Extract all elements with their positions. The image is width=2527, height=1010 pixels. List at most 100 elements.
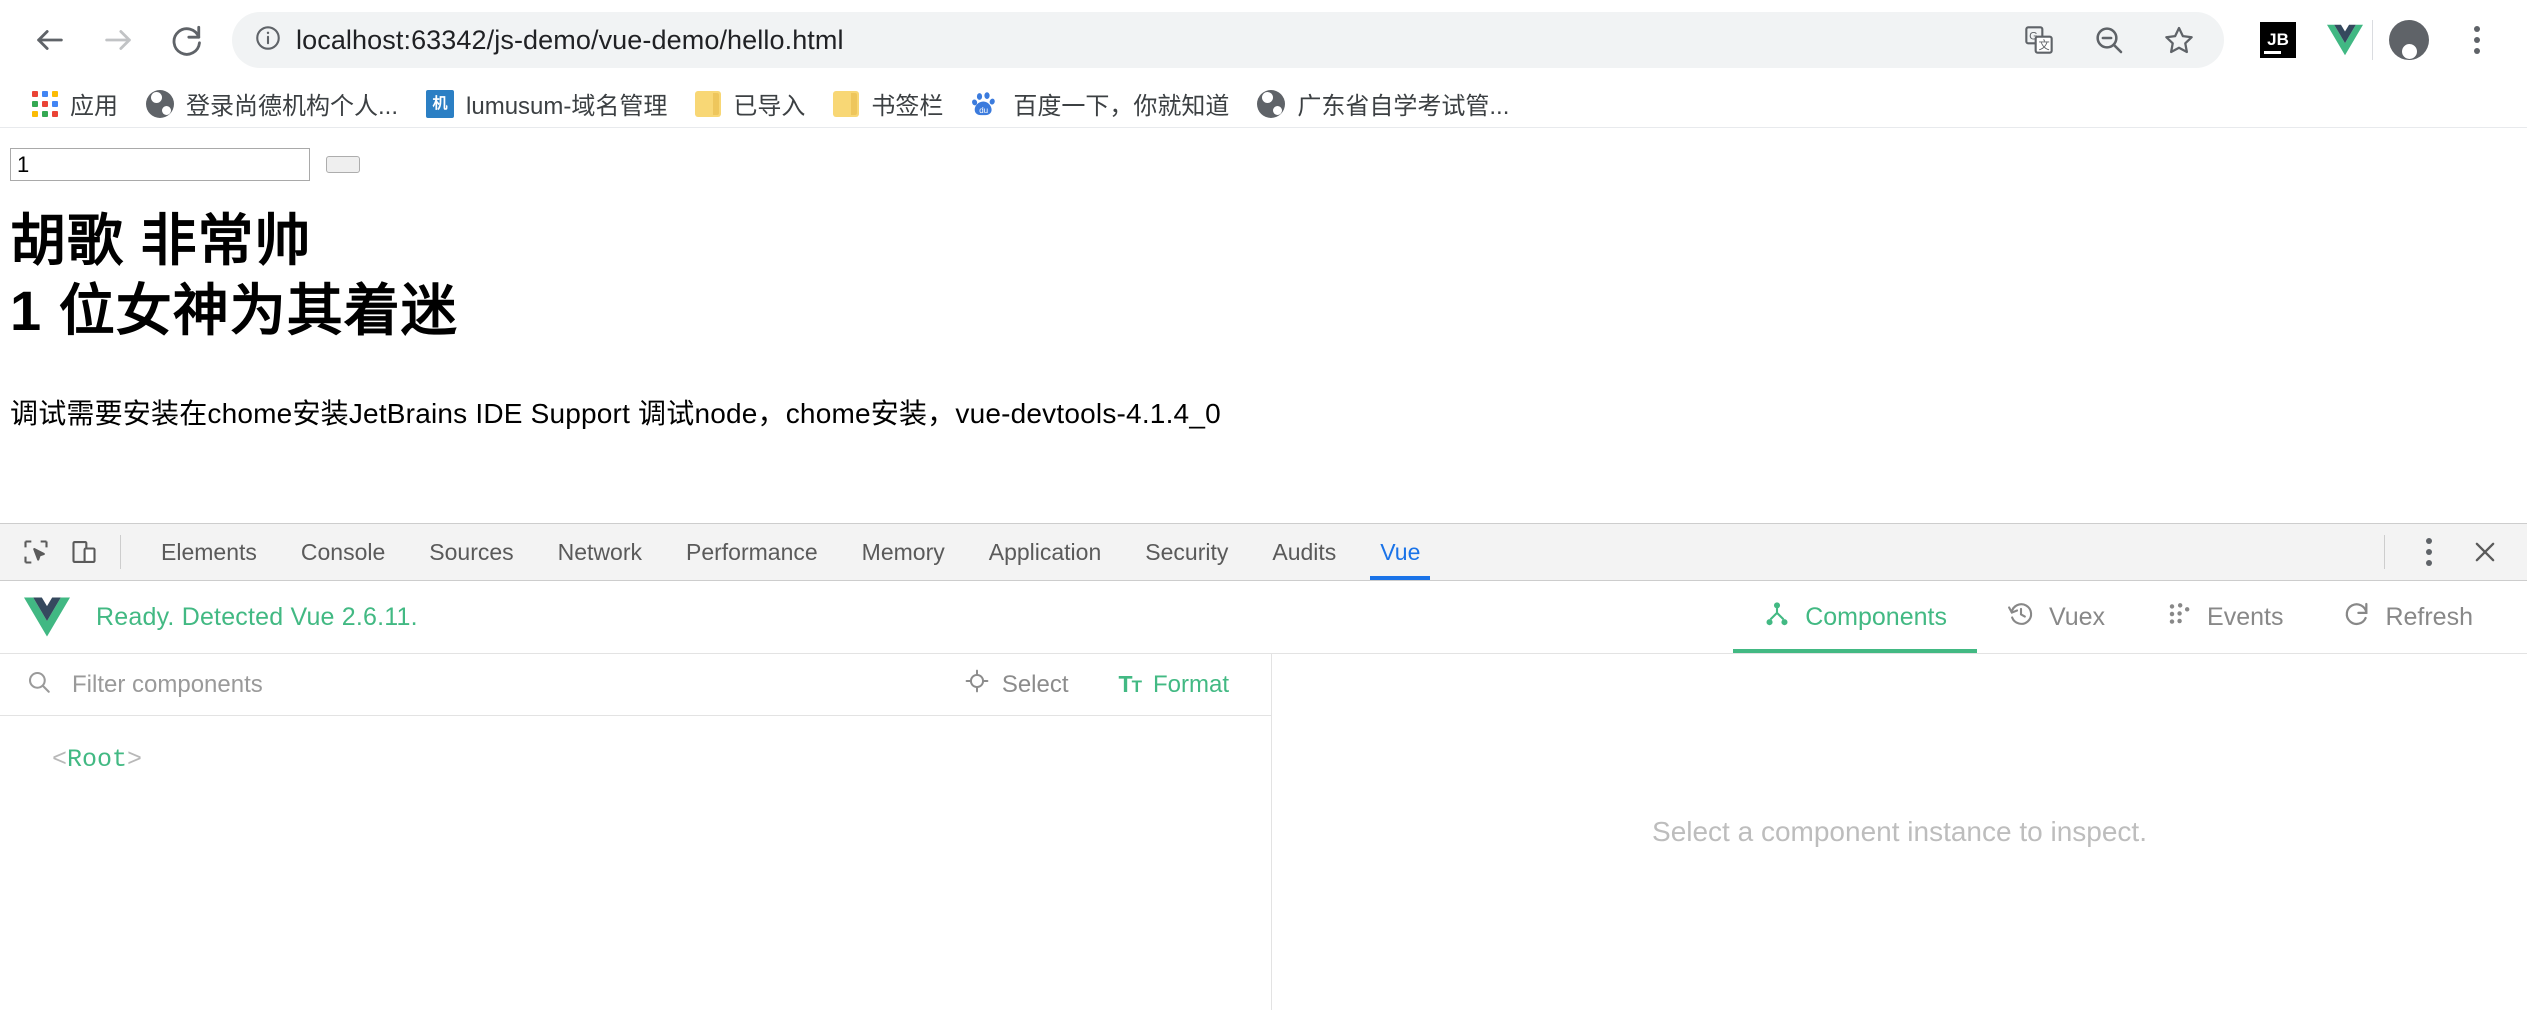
bookmark-bar-folder[interactable]: 书签栏 [819,82,957,125]
filter-components-input[interactable] [70,669,930,700]
omnibox-actions: G文 [2016,17,2202,63]
devtools-tab-audits[interactable]: Audits [1250,524,1358,580]
events-dots-icon [2165,600,2193,635]
crosshair-icon [964,668,990,701]
time-travel-icon [2007,600,2035,635]
vue-nav-label: Refresh [2385,602,2473,631]
tree-node-name: Root [67,745,128,774]
bookmarks-bar: 应用 登录尚德机构个人... 机 lumusum-域名管理 已导入 书签栏 du… [0,80,2527,128]
inspector-empty-message: Select a component instance to inspect. [1652,816,2147,847]
svg-text:du: du [980,106,989,115]
apps-grid-icon [32,90,58,117]
bookmark-imported-folder[interactable]: 已导入 [681,82,819,125]
bookmark-shangde-login[interactable]: 登录尚德机构个人... [132,82,412,125]
vue-nav-label: Components [1805,602,1947,631]
svg-text:文: 文 [2038,38,2049,52]
vue-nav-label: Events [2207,602,2284,631]
devtools-tab-application[interactable]: Application [967,524,1124,580]
devtools-close-icon[interactable] [2461,528,2509,576]
vue-nav-components[interactable]: Components [1733,581,1977,653]
devtools-tab-vue[interactable]: Vue [1358,524,1442,580]
zoom-out-icon[interactable] [2086,17,2132,63]
submit-button[interactable] [326,156,361,173]
vue-panel-header: Ready. Detected Vue 2.6.11. Components V… [0,581,2527,654]
folder-icon [695,90,722,117]
vue-nav-label: Vuex [2048,602,2106,631]
globe-icon [146,89,174,118]
bookmark-label: 已导入 [733,93,806,120]
baidu-icon: du [971,90,1001,118]
vue-nav-refresh[interactable]: Refresh [2313,581,2503,653]
toolbar-divider [2372,20,2373,60]
page-content: 胡歌 非常帅 1 位女神为其着迷 调试需要安装在chome安装JetBrains… [0,128,2527,571]
chrome-menu-button[interactable] [2445,8,2509,72]
bookmark-label: 登录尚德机构个人... [186,93,399,120]
folder-icon [833,90,860,117]
vue-nav-events[interactable]: Events [2135,581,2313,653]
vue-devtools-extension-icon[interactable] [2322,17,2368,63]
devtools-tab-security[interactable]: Security [1123,524,1250,580]
bookmark-label: 应用 [70,93,118,120]
forward-button[interactable] [86,8,150,72]
devtools-more-options-icon[interactable] [2405,528,2453,576]
refresh-icon [2343,600,2371,635]
devtools-tab-console[interactable]: Console [279,524,407,580]
devtools-tab-sources[interactable]: Sources [407,524,535,580]
devtools-tab-memory[interactable]: Memory [840,524,967,580]
bookmark-label: 书签栏 [871,93,944,120]
devtools-tab-performance[interactable]: Performance [664,524,840,580]
device-toolbar-icon[interactable] [60,528,108,576]
bookmark-label: lumusum-域名管理 [466,93,668,120]
inspect-element-icon[interactable] [12,528,60,576]
component-inspector-pane: Select a component instance to inspect. [1272,654,2527,1010]
bookmark-label: 百度一下，你就知道 [1013,93,1230,120]
vue-logo-icon [24,597,70,637]
text-format-icon: TT [1118,671,1142,697]
globe-icon [1257,89,1286,118]
page-heading-primary: 胡歌 非常帅 [10,209,312,272]
bookmark-apps[interactable]: 应用 [18,82,132,125]
tree-node-open-bracket: < [52,745,68,774]
devtools-tabbar: Elements Console Sources Network Perform… [0,524,2527,581]
profile-avatar[interactable] [2377,8,2441,72]
select-label: Select [1001,670,1069,698]
component-tree: < Root > [0,716,1271,1010]
vue-panel-body: Select TT Format < Root > Select a compo… [0,654,2527,1010]
component-tree-pane: Select TT Format < Root > [0,654,1272,1010]
devtools-tab-network[interactable]: Network [536,524,664,580]
page-heading-secondary: 1 位女神为其着迷 [10,279,458,343]
vue-nav-vuex[interactable]: Vuex [1977,581,2135,653]
component-filter-bar: Select TT Format [0,654,1271,716]
lumusum-site-icon: 机 [426,89,455,118]
extension-icons: JB [2240,17,2368,63]
bookmark-lumusum-domain[interactable]: 机 lumusum-域名管理 [412,82,681,125]
bookmark-star-icon[interactable] [2156,17,2202,63]
format-button[interactable]: TT Format [1103,671,1245,699]
bookmark-guangdong-exam[interactable]: 广东省自学考试管... [1243,82,1523,125]
vue-status-text: Ready. Detected Vue 2.6.11. [96,602,418,631]
jetbrains-ide-support-extension-icon[interactable]: JB [2260,22,2296,58]
components-tree-icon [1763,600,1791,635]
tree-node-root[interactable]: < Root > [44,742,150,777]
reload-button[interactable] [154,8,218,72]
devtools-panel: Elements Console Sources Network Perform… [0,523,2527,1010]
back-button[interactable] [18,8,82,72]
devtools-tab-elements[interactable]: Elements [139,524,279,580]
devtools-tabbar-actions [2372,528,2515,576]
bookmark-label: 广东省自学考试管... [1297,93,1510,120]
site-info-icon[interactable] [254,24,282,57]
count-input[interactable] [10,148,310,181]
vue-panel-nav: Components Vuex Events Refresh [1733,581,2503,653]
format-label: Format [1152,670,1229,698]
translate-icon[interactable]: G文 [2016,17,2062,63]
devtools-toolbar-divider [120,535,121,569]
select-component-button[interactable]: Select [948,668,1085,701]
browser-toolbar: localhost:63342/js-demo/vue-demo/hello.h… [0,0,2527,80]
address-bar[interactable]: localhost:63342/js-demo/vue-demo/hello.h… [232,12,2224,68]
page-paragraph: 调试需要安装在chome安装JetBrains IDE Support 调试no… [10,397,1221,429]
search-icon [26,669,52,700]
tree-node-close-bracket: > [127,745,143,774]
bookmark-baidu[interactable]: du 百度一下，你就知道 [957,82,1243,125]
address-bar-url: localhost:63342/js-demo/vue-demo/hello.h… [296,24,844,55]
devtools-actions-divider [2384,535,2385,569]
